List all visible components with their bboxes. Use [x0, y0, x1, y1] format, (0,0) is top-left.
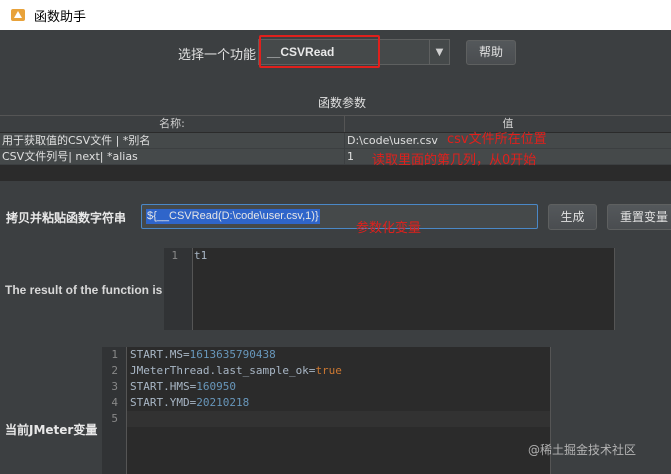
result-scrollbar[interactable]: [614, 248, 628, 330]
function-select-label: 选择一个功能: [178, 48, 257, 63]
var-line: START.YMD=20210218: [130, 395, 342, 411]
result-editor[interactable]: 1 t1: [164, 248, 614, 330]
line-number: 2: [111, 364, 118, 377]
help-button[interactable]: 帮助: [466, 40, 516, 65]
column-header-name[interactable]: 名称:: [0, 116, 345, 132]
var-value: true: [315, 364, 342, 377]
copy-label: 拷贝并粘贴函数字符串: [6, 211, 127, 225]
table-row[interactable]: 用于获取值的CSV文件 | *别名 D:\code\user.csv: [0, 133, 671, 149]
dropdown-arrow-icon[interactable]: ▼: [429, 40, 449, 64]
var-value: 20210218: [196, 396, 250, 409]
app-icon: [11, 9, 25, 21]
var-key: JMeterThread.last_sample_ok=: [130, 364, 316, 377]
param-name-cell: CSV文件列号| next| *alias: [0, 149, 345, 164]
line-number: 5: [111, 412, 118, 425]
var-value: 160950: [196, 380, 236, 393]
params-header-row: 名称: 值: [0, 116, 671, 133]
jmeter-vars-editor[interactable]: 1 2 3 4 5 START.MS=1613635790438 JMeterT…: [102, 347, 550, 474]
result-label: The result of the function is: [5, 283, 163, 297]
generate-button[interactable]: 生成: [548, 204, 597, 230]
var-line: START.MS=1613635790438: [130, 347, 342, 363]
table-row[interactable]: CSV文件列号| next| *alias 1: [0, 149, 671, 165]
line-number: 1: [111, 348, 118, 361]
function-string-input[interactable]: ${__CSVRead(D:\code\user.csv,1)}: [141, 204, 538, 229]
var-line: JMeterThread.last_sample_ok=true: [130, 363, 342, 379]
annotation-column-note: 读取里面的第几列，从0开始: [372, 153, 537, 168]
annotation-csv-location: csv文件所在位置: [447, 132, 547, 147]
line-gutter: 1 2 3 4 5: [102, 347, 127, 474]
jmeter-vars-label: 当前JMeter变量: [5, 423, 98, 437]
function-string-value: ${__CSVRead(D:\code\user.csv,1)}: [146, 209, 320, 224]
var-key: START.YMD=: [130, 396, 197, 409]
watermark: @稀土掘金技术社区: [528, 443, 637, 457]
line-gutter: 1: [164, 248, 193, 330]
window-title: 函数助手: [34, 9, 87, 25]
var-key: START.HMS=: [130, 380, 197, 393]
line-number: 3: [111, 380, 118, 393]
annotation-param-var: 参数化变量: [356, 221, 422, 236]
result-line: t1: [194, 249, 208, 262]
line-number: 4: [111, 396, 118, 409]
line-number: 1: [171, 249, 178, 262]
highlight-box-function: [259, 35, 380, 68]
var-value: 1613635790438: [189, 348, 276, 361]
params-table: 名称: 值 用于获取值的CSV文件 | *别名 D:\code\user.csv…: [0, 115, 671, 181]
var-line: [130, 411, 342, 427]
param-name-cell: 用于获取值的CSV文件 | *别名: [0, 133, 345, 148]
title-bar: 函数助手: [0, 0, 671, 30]
reset-variables-button[interactable]: 重置变量: [607, 204, 671, 230]
params-title: 函数参数: [318, 96, 367, 110]
var-line: START.HMS=160950: [130, 379, 342, 395]
var-key: START.MS=: [130, 348, 190, 361]
